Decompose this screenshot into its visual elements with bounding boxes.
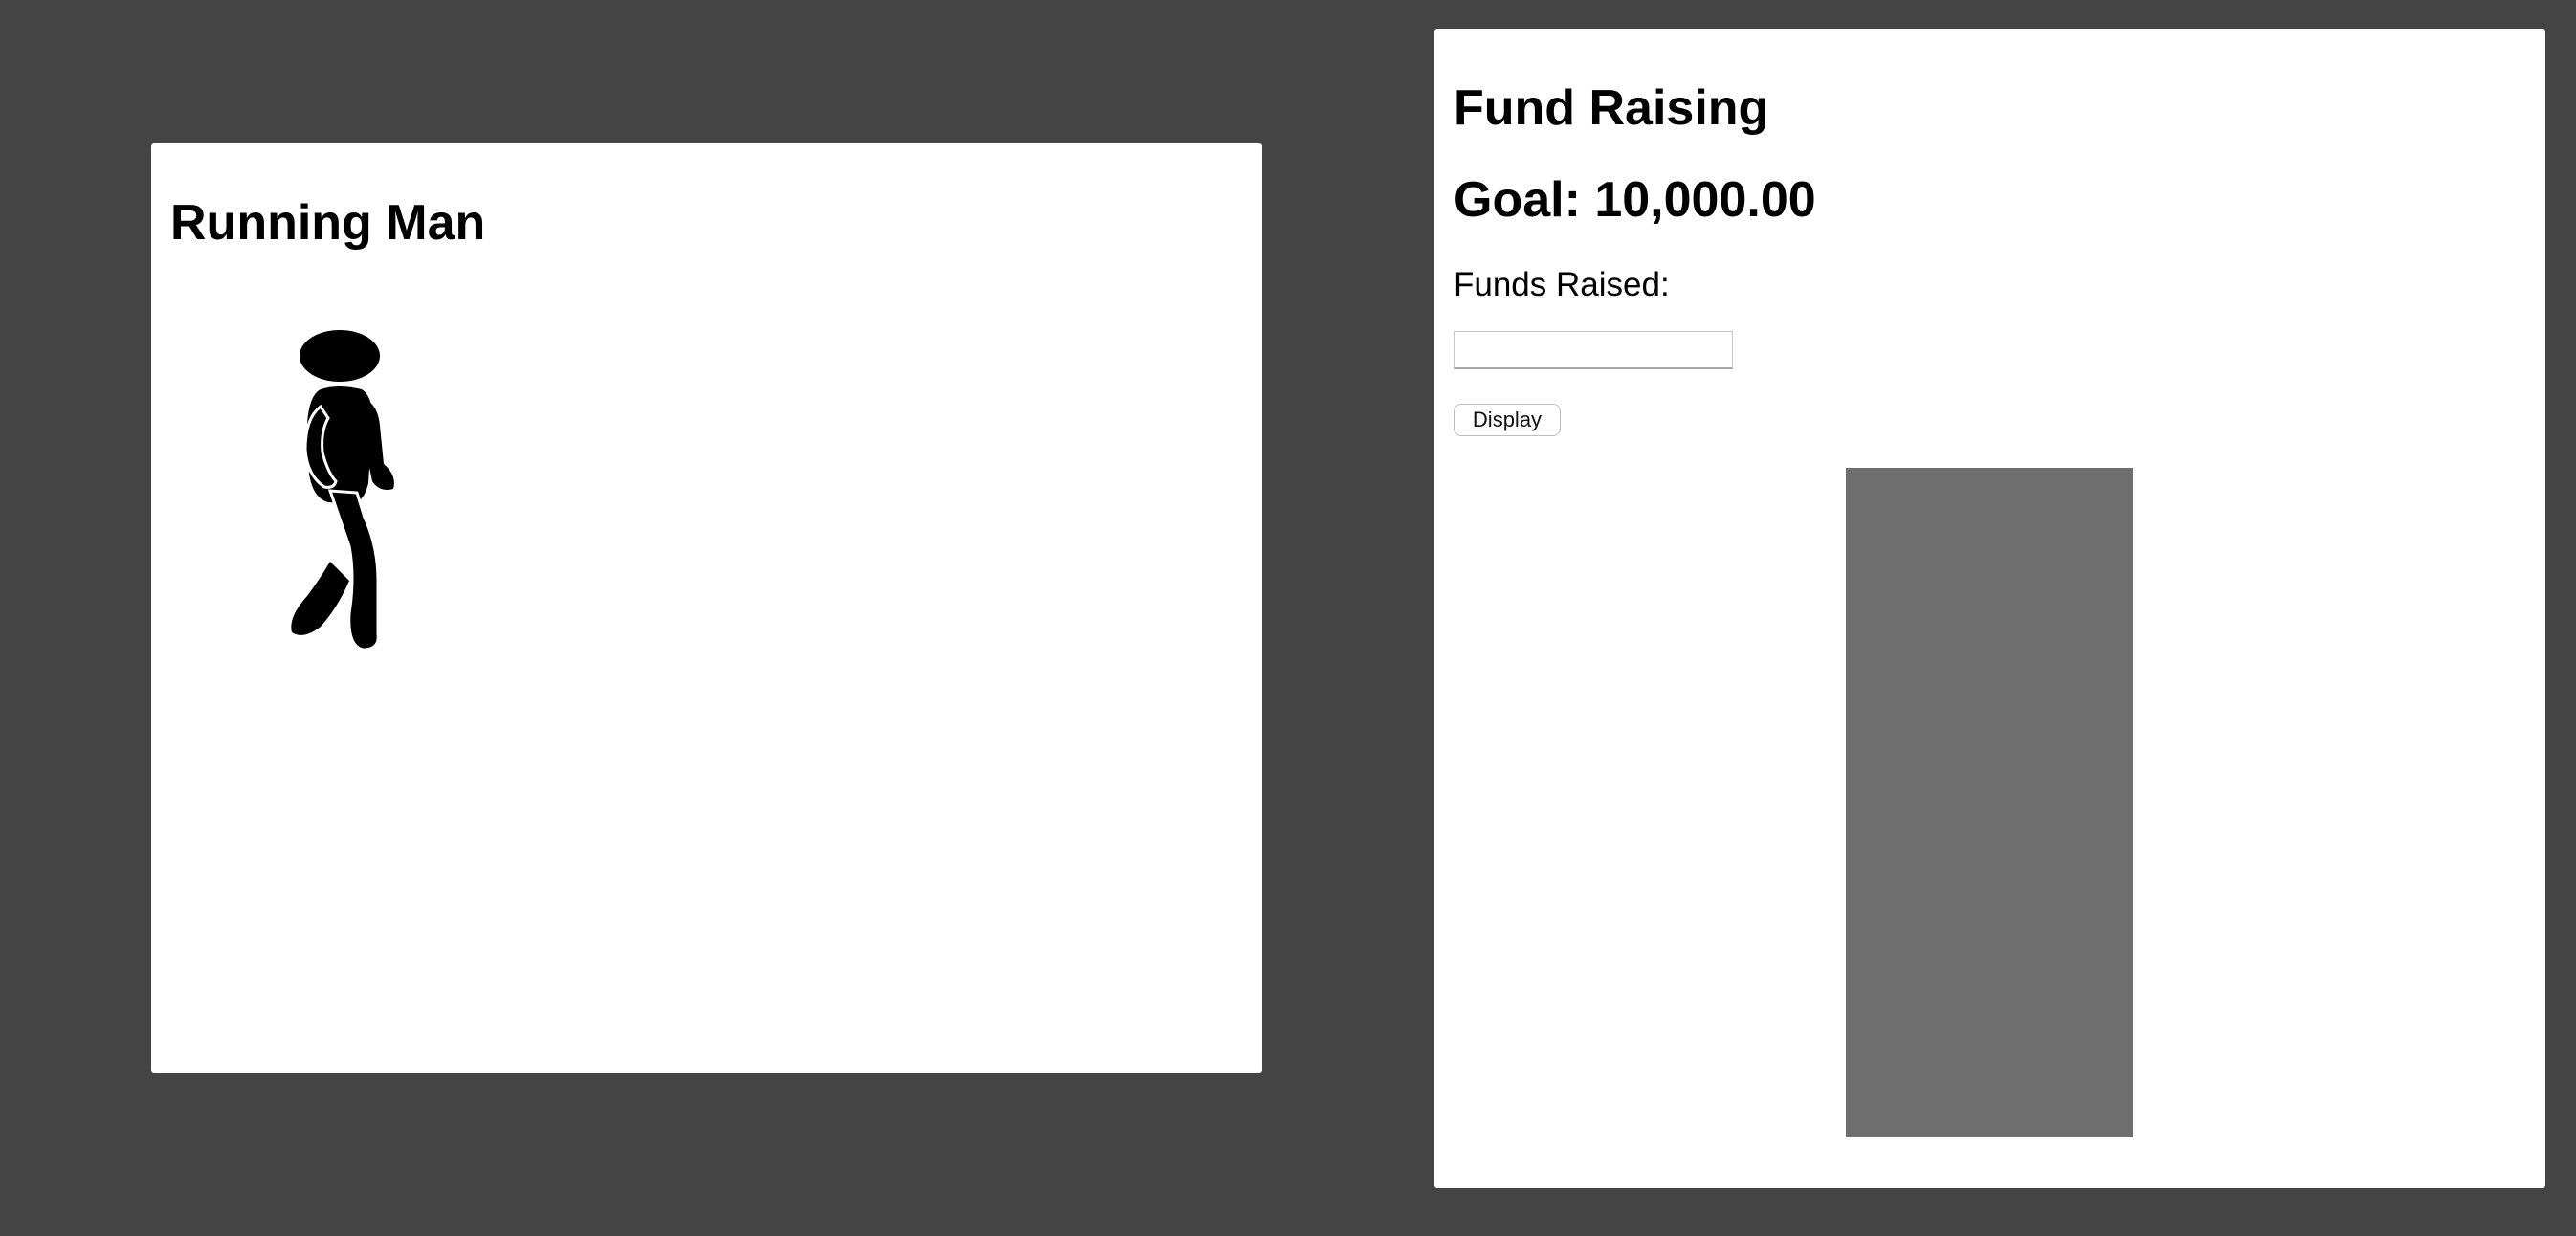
fund-progress-bar (1846, 468, 2133, 1137)
fund-raising-title: Fund Raising (1454, 80, 1769, 136)
running-man-title: Running Man (170, 195, 486, 251)
fund-raising-panel: Fund Raising Goal: 10,000.00 Funds Raise… (1434, 29, 2545, 1188)
display-button[interactable]: Display (1454, 404, 1561, 436)
funds-raised-label: Funds Raised: (1454, 266, 1670, 303)
funds-raised-input[interactable] (1454, 331, 1733, 369)
goal-heading: Goal: 10,000.00 (1454, 172, 1816, 228)
walking-person-icon (291, 330, 394, 651)
running-man-panel: Running Man (151, 143, 1262, 1073)
